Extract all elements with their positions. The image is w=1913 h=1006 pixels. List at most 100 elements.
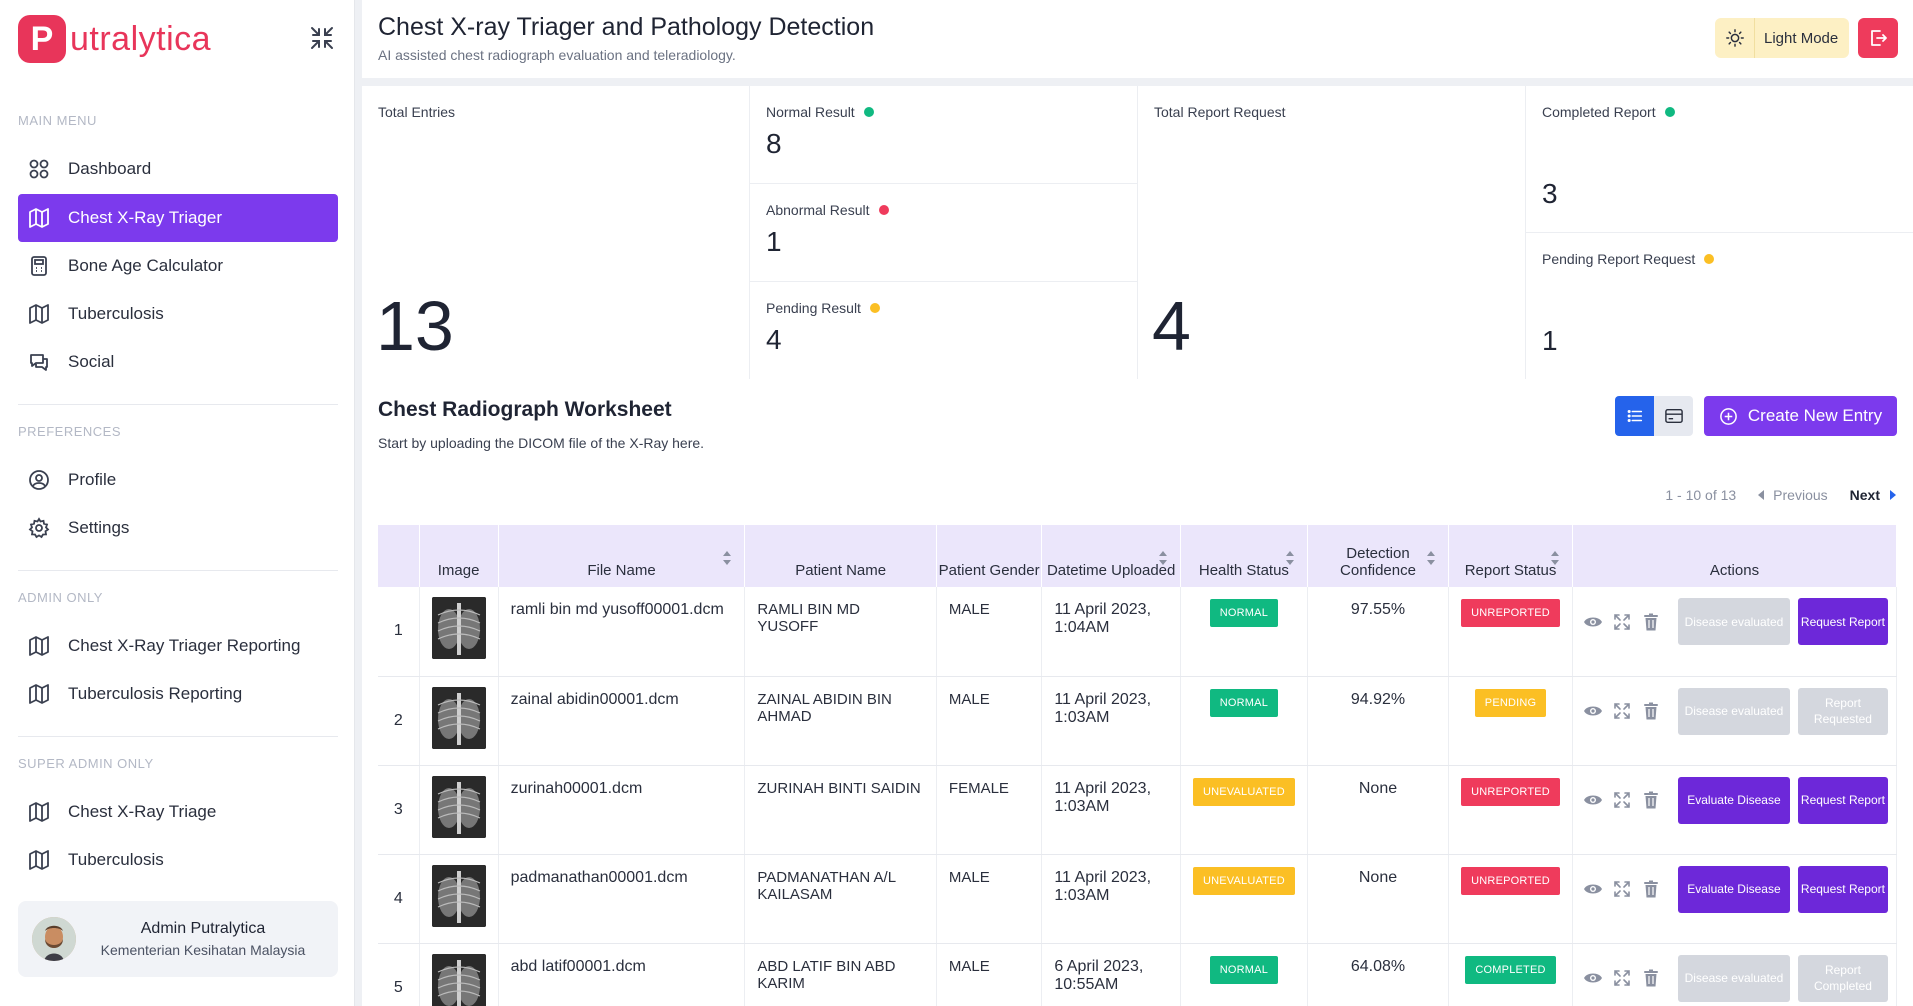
- col-label: File Name: [587, 562, 656, 579]
- user-card[interactable]: Admin Putralytica Kementerian Kesihatan …: [18, 901, 338, 977]
- sort-icon[interactable]: [723, 551, 732, 565]
- request-report-button[interactable]: Request Report: [1797, 776, 1888, 824]
- sort-icon[interactable]: [1427, 551, 1436, 565]
- list-view-button[interactable]: [1615, 396, 1654, 436]
- table-row[interactable]: 2 zainal abidin00001.dcm ZAINAL ABIDIN BIN…: [378, 676, 1898, 766]
- evaluate-disease-button[interactable]: Evaluate Disease: [1677, 865, 1790, 913]
- trash-icon[interactable]: [1641, 701, 1661, 721]
- sidebar-item-chest-xray-triager[interactable]: Chest X-Ray Triager: [18, 194, 338, 242]
- sidebar-item-label: Chest X-Ray Triage: [68, 802, 217, 821]
- expand-icon[interactable]: [1612, 612, 1632, 632]
- sidebar-item-profile[interactable]: Profile: [18, 456, 338, 504]
- caret-right-icon: [1890, 490, 1896, 500]
- evaluate-disease-button[interactable]: Evaluate Disease: [1677, 776, 1790, 824]
- datetime-uploaded: 11 April 2023, 1:03AM: [1041, 765, 1181, 855]
- table-row[interactable]: 5 abd latif00001.dcm ABD LATIF BIN ABD KAR…: [378, 943, 1898, 1006]
- collapse-sidebar-icon[interactable]: [308, 24, 336, 52]
- file-name: zurinah00001.dcm: [498, 765, 746, 855]
- actions-cell: Evaluate Disease Request Report: [1572, 765, 1898, 855]
- sidebar-item-tuberculosis-super[interactable]: Tuberculosis: [18, 836, 338, 884]
- divider: [18, 404, 338, 405]
- status-dot: [878, 205, 889, 215]
- col-detection-confidence[interactable]: Detection Confidence: [1307, 525, 1450, 587]
- col-datetime-uploaded[interactable]: Datetime Uploaded: [1041, 525, 1181, 587]
- table-row[interactable]: 3 zurinah00001.dcm ZURINAH BINTI SAIDIN FEM…: [378, 765, 1898, 855]
- xray-thumbnail[interactable]: [431, 864, 486, 927]
- sidebar-item-chest-triage[interactable]: Chest X-Ray Triage: [18, 788, 338, 836]
- col-health-status[interactable]: Health Status: [1180, 525, 1308, 587]
- detection-confidence: None: [1307, 854, 1450, 944]
- sort-icon[interactable]: [1158, 551, 1168, 565]
- trash-icon[interactable]: [1641, 790, 1661, 810]
- actions-cell: Disease evaluated Request Report: [1572, 587, 1898, 677]
- datetime-uploaded: 11 April 2023, 1:03AM: [1041, 854, 1181, 944]
- previous-page-button[interactable]: Previous: [1758, 487, 1828, 503]
- sidebar-item-tuberculosis[interactable]: Tuberculosis: [18, 290, 338, 338]
- request-report-button[interactable]: Request Report: [1797, 598, 1888, 645]
- report-status-cell: UNREPORTED: [1448, 765, 1573, 855]
- table-row[interactable]: 1 ramli bin md yusoff00001.dcm RAMLI BIN M…: [378, 587, 1898, 677]
- brand-letter: P: [30, 19, 54, 58]
- expand-icon[interactable]: [1612, 790, 1632, 810]
- health-status-cell: UNEVALUATED: [1180, 854, 1308, 944]
- report-status-badge: UNREPORTED: [1461, 866, 1560, 895]
- col-report-status[interactable]: Report Status: [1448, 525, 1573, 587]
- trash-icon[interactable]: [1641, 612, 1661, 632]
- sidebar-item-label: Tuberculosis: [68, 304, 164, 323]
- sidebar-item-settings[interactable]: Settings: [18, 504, 338, 552]
- xray-thumbnail[interactable]: [431, 686, 486, 749]
- table-row[interactable]: 4 padmanathan00001.dcm PADMANATHAN A/L KAI…: [378, 854, 1898, 944]
- user-organization: Kementerian Kesihatan Malaysia: [100, 942, 306, 958]
- stat-value: 8: [766, 128, 782, 159]
- page-title: Chest X-ray Triager and Pathology Detect…: [378, 13, 875, 41]
- stat-label-text: Abnormal Result: [766, 202, 870, 218]
- col-file-name[interactable]: File Name: [498, 525, 746, 587]
- eye-icon[interactable]: [1583, 879, 1603, 899]
- sidebar-item-label: Chest X-Ray Triager: [68, 208, 222, 227]
- expand-icon[interactable]: [1612, 968, 1632, 988]
- xray-thumbnail[interactable]: [431, 597, 486, 659]
- sort-icon[interactable]: [1550, 551, 1560, 565]
- detection-confidence: 94.92%: [1307, 676, 1450, 766]
- stat-label-text: Normal Result: [766, 104, 855, 120]
- health-status-cell: UNEVALUATED: [1180, 765, 1308, 855]
- stat-total-entries: Total Entries 13: [362, 86, 750, 379]
- trash-icon[interactable]: [1641, 968, 1661, 988]
- patient-name: ABD LATIF BIN ABD KARIM: [744, 943, 937, 1006]
- eye-icon[interactable]: [1583, 612, 1603, 632]
- eye-icon[interactable]: [1583, 790, 1603, 810]
- eye-icon[interactable]: [1583, 968, 1603, 988]
- xray-thumbnail[interactable]: [431, 775, 486, 838]
- stat-label: Total Entries: [378, 104, 456, 120]
- report-status-cell: UNREPORTED: [1448, 854, 1573, 944]
- actions-cell: Evaluate Disease Request Report: [1572, 854, 1898, 944]
- sidebar-item-chest-reporting[interactable]: Chest X-Ray Triager Reporting: [18, 622, 338, 670]
- detection-confidence: None: [1307, 765, 1450, 855]
- row-index: 1: [378, 587, 420, 677]
- logout-button[interactable]: [1858, 18, 1898, 58]
- patient-gender: MALE: [936, 943, 1043, 1006]
- expand-icon[interactable]: [1612, 701, 1632, 721]
- health-status-cell: NORMAL: [1180, 943, 1308, 1006]
- section-super-admin-only: SUPER ADMIN ONLY: [18, 756, 154, 771]
- request-report-button[interactable]: Request Report: [1797, 865, 1888, 913]
- sort-icon[interactable]: [1285, 551, 1295, 565]
- sidebar-item-bone-age[interactable]: Bone Age Calculator: [18, 242, 338, 290]
- col-label: Patient Gender: [938, 562, 1040, 579]
- create-new-entry-button[interactable]: Create New Entry: [1704, 396, 1897, 436]
- expand-icon[interactable]: [1612, 879, 1632, 899]
- stat-label: Completed Report: [1542, 104, 1675, 120]
- sidebar-item-social[interactable]: Social: [18, 338, 338, 386]
- xray-thumbnail[interactable]: [431, 953, 486, 1006]
- status-dot: [869, 303, 880, 313]
- light-mode-toggle[interactable]: Light Mode: [1715, 18, 1849, 58]
- trash-icon[interactable]: [1641, 879, 1661, 899]
- health-status-cell: NORMAL: [1180, 676, 1308, 766]
- card-view-button[interactable]: [1654, 396, 1693, 436]
- pagination: 1 - 10 of 13 Previous Next: [1665, 487, 1897, 503]
- sidebar-item-dashboard[interactable]: Dashboard: [18, 145, 338, 193]
- brand-logo[interactable]: P utralytica: [18, 15, 211, 63]
- next-page-button[interactable]: Next: [1850, 487, 1897, 503]
- sidebar-item-tb-reporting[interactable]: Tuberculosis Reporting: [18, 670, 338, 718]
- eye-icon[interactable]: [1583, 701, 1603, 721]
